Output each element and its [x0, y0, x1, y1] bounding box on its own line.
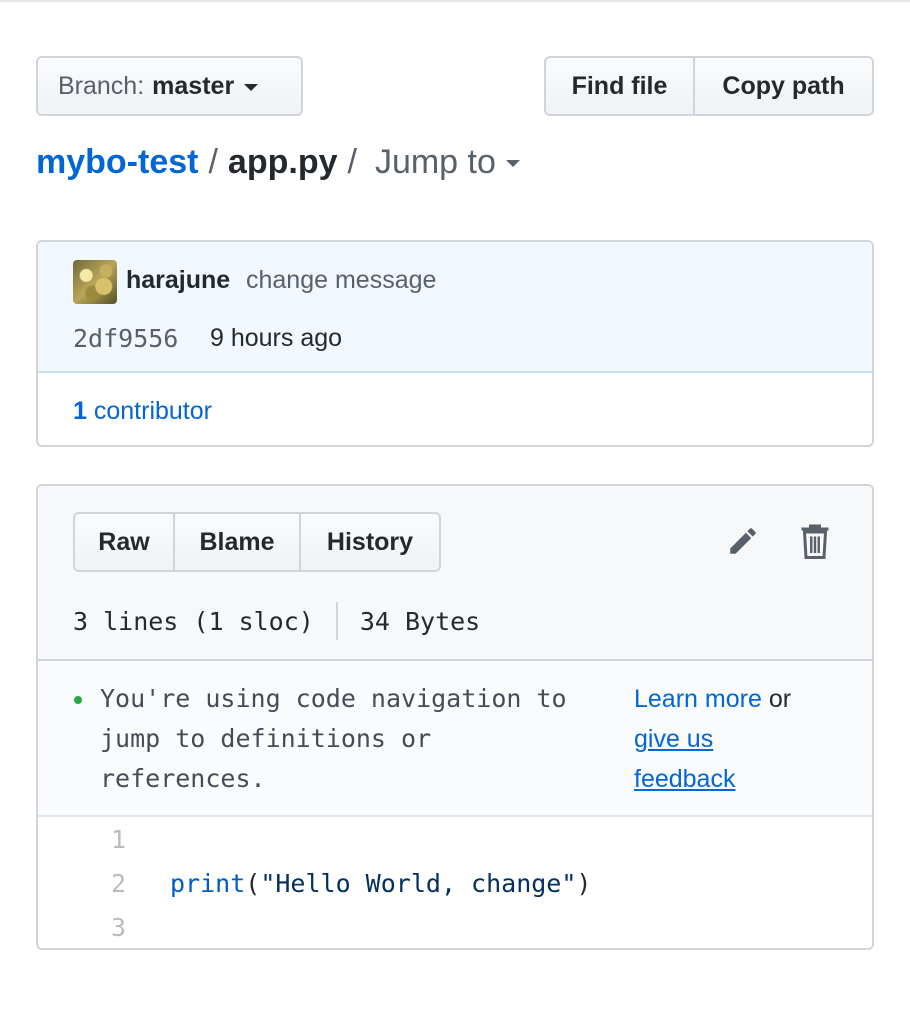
top-divider: [0, 0, 910, 2]
code-paren-open: (: [245, 868, 261, 898]
file-header: Raw Blame History 3 lines (1 sloc) 34 By…: [38, 486, 872, 661]
code-function[interactable]: print: [170, 869, 245, 898]
breadcrumb-separator: /: [347, 142, 357, 181]
line-number[interactable]: 2: [38, 869, 126, 898]
jump-to-label: Jump to: [374, 142, 496, 181]
copy-path-button[interactable]: Copy path: [695, 56, 874, 116]
commit-author[interactable]: harajune: [126, 266, 230, 295]
line-code: print("Hello World, change"): [170, 869, 591, 898]
learn-more-link[interactable]: Learn more: [634, 685, 762, 713]
notice-text: You're using code navigation to jump to …: [100, 684, 567, 793]
file-info: 3 lines (1 sloc) 34 Bytes: [73, 602, 480, 640]
pencil-icon[interactable]: [726, 524, 760, 558]
breadcrumb: mybo-test / app.py / Jump to: [36, 138, 520, 186]
file-box: Raw Blame History 3 lines (1 sloc) 34 By…: [36, 484, 874, 950]
code-line: 1: [38, 817, 170, 861]
caret-down-icon: [505, 159, 520, 167]
commit-sha[interactable]: 2df9556: [73, 324, 178, 353]
commit-message[interactable]: change message: [246, 266, 436, 295]
file-view-group: Raw Blame History: [73, 512, 441, 572]
latest-commit-box: harajune change message 2df9556 9 hours …: [36, 240, 874, 447]
branch-select-button[interactable]: Branch: master: [36, 56, 303, 116]
info-divider: [335, 602, 338, 640]
bullet-dot-icon: [74, 696, 82, 704]
code-navigation-notice: You're using code navigation to jump to …: [38, 661, 872, 817]
notice-links: Learn more or give us feedback: [634, 679, 854, 799]
contributor-count: 1: [73, 397, 87, 425]
jump-to-dropdown[interactable]: Jump to: [375, 143, 520, 182]
file-size: 34 Bytes: [359, 606, 481, 636]
caret-down-icon: [244, 83, 259, 91]
repo-link[interactable]: mybo-test: [36, 143, 198, 182]
code-view: 1 2 print("Hello World, change") 3: [38, 817, 872, 948]
file-line-count: 3 lines (1 sloc): [73, 606, 314, 636]
branch-name: master: [152, 71, 235, 100]
code-line: 2 print("Hello World, change"): [38, 861, 592, 905]
find-file-button[interactable]: Find file: [544, 56, 695, 116]
code-line: 3: [38, 905, 170, 948]
file-actions-group: Find file Copy path: [544, 56, 874, 116]
commit-header: harajune change message 2df9556 9 hours …: [38, 242, 872, 373]
feedback-link[interactable]: feedback: [634, 765, 735, 793]
code-string: "Hello World, change": [260, 868, 577, 898]
trash-icon[interactable]: [800, 523, 830, 559]
notice-or: or: [768, 685, 792, 713]
branch-prefix: Branch:: [58, 71, 145, 100]
history-button[interactable]: History: [301, 512, 441, 572]
contributors-link[interactable]: 1 contributor: [73, 397, 212, 426]
avatar[interactable]: [73, 260, 117, 304]
file-name: app.py: [227, 142, 338, 181]
commit-time: 9 hours ago: [210, 324, 343, 352]
line-number[interactable]: 3: [38, 913, 126, 942]
give-us-link[interactable]: give us: [634, 725, 713, 753]
raw-button[interactable]: Raw: [73, 512, 175, 572]
contributor-label: contributor: [93, 397, 212, 425]
line-number[interactable]: 1: [38, 825, 126, 854]
blame-button[interactable]: Blame: [175, 512, 301, 572]
code-paren-close: ): [576, 868, 592, 898]
breadcrumb-separator: /: [208, 142, 218, 181]
